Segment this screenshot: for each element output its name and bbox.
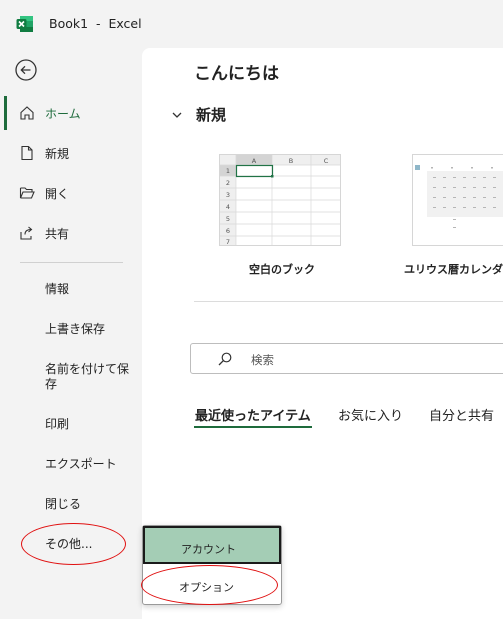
search-placeholder: 検索 xyxy=(251,353,274,367)
sidebar-item-close[interactable]: 閉じる xyxy=(45,497,135,512)
backstage-sidebar: ホーム 新規 開く 共有 情報 上書き保存 名前を付けて保存 印刷 エクスポート… xyxy=(0,48,142,619)
greeting-heading: こんにちは xyxy=(194,64,279,84)
sidebar-divider xyxy=(20,262,123,263)
back-arrow-icon[interactable] xyxy=(15,59,37,81)
sidebar-item-label: 新規 xyxy=(45,146,70,161)
home-icon xyxy=(20,106,34,120)
tab-shared-with-me[interactable]: 自分と共有 xyxy=(429,405,494,424)
tab-recent[interactable]: 最近使ったアイテム xyxy=(195,405,311,424)
window-title: Book1 - Excel xyxy=(49,16,142,31)
search-box[interactable]: 検索 xyxy=(190,343,503,374)
calendar-thumbnail xyxy=(415,165,503,228)
sidebar-item-info[interactable]: 情報 xyxy=(45,282,135,297)
sidebar-item-save-as[interactable]: 名前を付けて保存 xyxy=(45,362,129,392)
section-divider xyxy=(194,301,503,302)
share-icon xyxy=(20,226,33,240)
row-header: 2 xyxy=(226,179,230,187)
row-header: 5 xyxy=(226,215,230,223)
tab-favorites[interactable]: お気に入り xyxy=(338,405,403,424)
sidebar-item-label: 開く xyxy=(45,186,70,201)
col-header: A xyxy=(252,157,257,165)
folder-open-icon xyxy=(19,187,35,199)
sidebar-item-print[interactable]: 印刷 xyxy=(45,417,135,432)
sidebar-item-more[interactable]: その他... xyxy=(45,537,135,552)
excel-logo-icon xyxy=(16,16,33,32)
sidebar-item-share[interactable]: 共有 xyxy=(0,216,142,250)
chevron-down-icon xyxy=(172,112,182,118)
template-blank-workbook[interactable]: A B C 1 2 3 4 5 6 7 xyxy=(219,154,341,246)
sidebar-item-new[interactable]: 新規 xyxy=(0,136,142,170)
sidebar-item-label: ホーム xyxy=(45,106,81,121)
blank-workbook-thumbnail: A B C 1 2 3 4 5 6 7 xyxy=(220,155,340,246)
template-label[interactable]: ユリウス暦カレンダー xyxy=(404,261,503,277)
col-header: C xyxy=(324,157,329,165)
more-popup-menu: アカウント オプション xyxy=(142,525,282,605)
sidebar-item-save[interactable]: 上書き保存 xyxy=(45,322,135,337)
new-section-title: 新規 xyxy=(196,106,227,124)
popup-item-options[interactable]: オプション xyxy=(143,566,281,604)
title-bar: Book1 - Excel xyxy=(0,0,503,48)
row-header: 1 xyxy=(226,167,230,175)
popup-item-label: アカウント xyxy=(181,543,236,556)
popup-item-account[interactable]: アカウント xyxy=(143,526,281,564)
template-label[interactable]: 空白のブック xyxy=(249,261,315,277)
sidebar-item-label: 共有 xyxy=(45,226,70,241)
search-icon xyxy=(218,352,232,366)
new-section-header[interactable]: 新規 xyxy=(170,104,226,125)
template-julian-calendar[interactable] xyxy=(412,154,503,246)
sidebar-item-open[interactable]: 開く xyxy=(0,176,142,210)
row-header: 7 xyxy=(226,238,230,245)
col-header: B xyxy=(289,157,293,165)
sidebar-item-export[interactable]: エクスポート xyxy=(45,457,135,472)
popup-item-label: オプション xyxy=(179,581,234,594)
sidebar-item-home[interactable]: ホーム xyxy=(0,96,142,130)
row-header: 4 xyxy=(226,203,230,211)
row-header: 6 xyxy=(226,227,230,235)
row-header: 3 xyxy=(226,191,230,199)
new-file-icon xyxy=(21,145,33,161)
tab-active-underline xyxy=(194,426,312,428)
